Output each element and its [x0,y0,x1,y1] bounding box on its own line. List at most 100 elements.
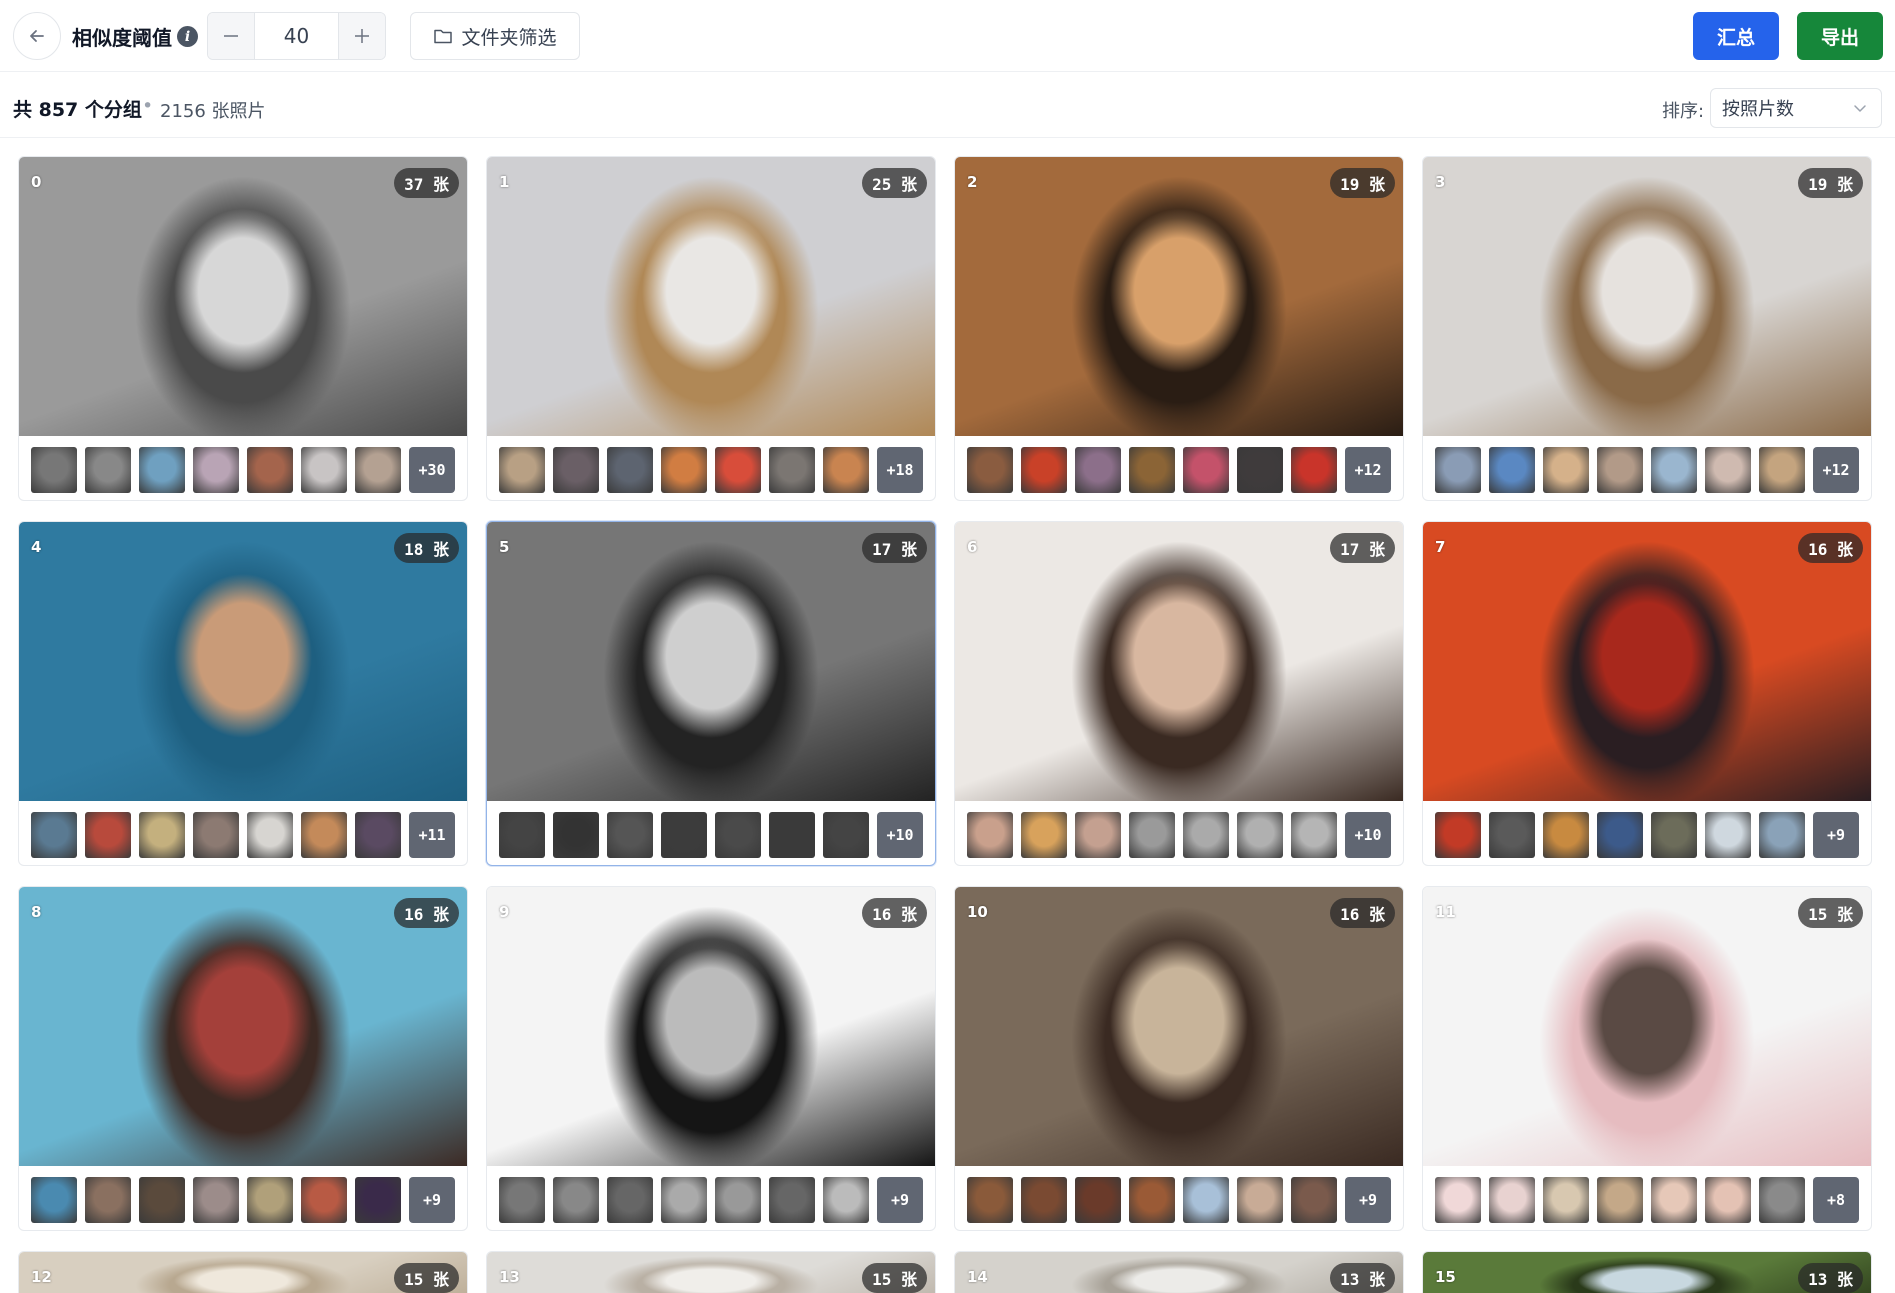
more-photos-badge[interactable]: +12 [1345,447,1391,493]
group-thumbnail[interactable] [1021,812,1067,858]
group-thumbnail[interactable] [139,447,185,493]
group-thumbnail[interactable] [1651,812,1697,858]
group-thumbnail[interactable] [193,1177,239,1223]
group-card[interactable]: 1 25 张 +18 [486,156,936,501]
group-thumbnail[interactable] [355,447,401,493]
group-thumbnail[interactable] [1291,447,1337,493]
more-photos-badge[interactable]: +8 [1813,1177,1859,1223]
group-card[interactable]: 5 17 张 +10 [486,521,936,866]
group-card[interactable]: 14 13 张 [954,1251,1404,1293]
group-thumbnail[interactable] [1075,1177,1121,1223]
group-thumbnail[interactable] [1075,447,1121,493]
group-card[interactable]: 3 19 张 +12 [1422,156,1872,501]
back-button[interactable] [13,12,61,60]
group-thumbnail[interactable] [1489,812,1535,858]
group-thumbnail[interactable] [85,1177,131,1223]
group-thumbnail[interactable] [1597,447,1643,493]
group-thumbnail[interactable] [661,1177,707,1223]
group-thumbnail[interactable] [967,1177,1013,1223]
group-thumbnail[interactable] [85,812,131,858]
more-photos-badge[interactable]: +10 [1345,812,1391,858]
group-thumbnail[interactable] [301,1177,347,1223]
group-thumbnail[interactable] [823,1177,869,1223]
group-thumbnail[interactable] [661,447,707,493]
group-card[interactable]: 0 37 张 +30 [18,156,468,501]
group-thumbnail[interactable] [553,447,599,493]
group-thumbnail[interactable] [823,812,869,858]
group-thumbnail[interactable] [1021,1177,1067,1223]
group-card[interactable]: 8 16 张 +9 [18,886,468,1231]
more-photos-badge[interactable]: +9 [1345,1177,1391,1223]
group-card[interactable]: 11 15 张 +8 [1422,886,1872,1231]
group-thumbnail[interactable] [1183,812,1229,858]
increment-button[interactable] [339,13,385,59]
sort-select[interactable]: 按照片数 [1710,88,1882,128]
group-thumbnail[interactable] [1237,447,1283,493]
group-thumbnail[interactable] [1021,447,1067,493]
group-thumbnail[interactable] [247,447,293,493]
group-card[interactable]: 9 16 张 +9 [486,886,936,1231]
group-thumbnail[interactable] [1129,812,1175,858]
group-card[interactable]: 15 13 张 [1422,1251,1872,1293]
group-thumbnail[interactable] [1291,812,1337,858]
group-thumbnail[interactable] [355,812,401,858]
group-thumbnail[interactable] [31,447,77,493]
group-thumbnail[interactable] [1705,1177,1751,1223]
group-thumbnail[interactable] [967,447,1013,493]
group-thumbnail[interactable] [247,812,293,858]
group-thumbnail[interactable] [1129,1177,1175,1223]
group-thumbnail[interactable] [1651,1177,1697,1223]
group-thumbnail[interactable] [1597,1177,1643,1223]
group-thumbnail[interactable] [1237,1177,1283,1223]
decrement-button[interactable] [208,13,254,59]
group-thumbnail[interactable] [1435,812,1481,858]
group-thumbnail[interactable] [1759,1177,1805,1223]
folder-filter-button[interactable]: 文件夹筛选 [410,12,580,60]
group-thumbnail[interactable] [553,1177,599,1223]
group-thumbnail[interactable] [247,1177,293,1223]
group-thumbnail[interactable] [193,447,239,493]
group-thumbnail[interactable] [1237,812,1283,858]
group-thumbnail[interactable] [1183,1177,1229,1223]
more-photos-badge[interactable]: +9 [877,1177,923,1223]
more-photos-badge[interactable]: +18 [877,447,923,493]
group-thumbnail[interactable] [823,447,869,493]
group-thumbnail[interactable] [31,1177,77,1223]
group-thumbnail[interactable] [1543,447,1589,493]
group-thumbnail[interactable] [661,812,707,858]
group-thumbnail[interactable] [715,1177,761,1223]
info-icon[interactable]: i [177,26,198,47]
more-photos-badge[interactable]: +10 [877,812,923,858]
group-thumbnail[interactable] [967,812,1013,858]
group-thumbnail[interactable] [769,1177,815,1223]
group-thumbnail[interactable] [769,447,815,493]
group-thumbnail[interactable] [1543,1177,1589,1223]
group-thumbnail[interactable] [499,812,545,858]
group-thumbnail[interactable] [553,812,599,858]
group-card[interactable]: 12 15 张 [18,1251,468,1293]
group-thumbnail[interactable] [499,447,545,493]
more-photos-badge[interactable]: +30 [409,447,455,493]
group-thumbnail[interactable] [139,812,185,858]
group-thumbnail[interactable] [607,1177,653,1223]
group-card[interactable]: 4 18 张 +11 [18,521,468,866]
group-thumbnail[interactable] [193,812,239,858]
export-button[interactable]: 导出 [1797,12,1883,60]
group-card[interactable]: 10 16 张 +9 [954,886,1404,1231]
group-thumbnail[interactable] [1129,447,1175,493]
more-photos-badge[interactable]: +9 [1813,812,1859,858]
group-thumbnail[interactable] [301,812,347,858]
group-thumbnail[interactable] [715,812,761,858]
group-thumbnail[interactable] [1075,812,1121,858]
group-thumbnail[interactable] [1183,447,1229,493]
group-thumbnail[interactable] [607,812,653,858]
group-thumbnail[interactable] [607,447,653,493]
group-thumbnail[interactable] [1435,1177,1481,1223]
more-photos-badge[interactable]: +9 [409,1177,455,1223]
more-photos-badge[interactable]: +12 [1813,447,1859,493]
group-card[interactable]: 13 15 张 [486,1251,936,1293]
group-thumbnail[interactable] [769,812,815,858]
group-thumbnail[interactable] [1651,447,1697,493]
group-thumbnail[interactable] [355,1177,401,1223]
threshold-value-input[interactable]: 40 [254,13,339,59]
